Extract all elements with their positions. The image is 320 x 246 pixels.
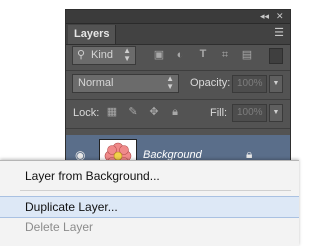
opacity-field[interactable]: 100% xyxy=(232,75,267,93)
collapse-panel-icon[interactable]: ◂◂ xyxy=(260,11,269,22)
hamburger-icon[interactable]: ☰ xyxy=(274,28,284,39)
divider xyxy=(66,128,290,129)
blend-mode-value: Normal xyxy=(78,77,114,89)
type-filter-icon[interactable]: T xyxy=(197,48,209,60)
panel-tab-bar: Layers ☰ xyxy=(66,24,290,45)
divider xyxy=(66,99,290,100)
fill-label: Fill: xyxy=(210,107,228,119)
lock-all-icon[interactable]: 🔒︎ xyxy=(169,106,181,118)
context-menu: Layer from Background... Duplicate Layer… xyxy=(0,160,299,246)
lock-position-icon[interactable]: ✥ xyxy=(148,106,160,118)
filter-toggle[interactable] xyxy=(269,48,283,64)
filter-kind-value: Kind xyxy=(91,49,114,61)
lock-label: Lock: xyxy=(73,107,100,119)
image-filter-icon[interactable]: ▣ xyxy=(153,49,165,61)
fill-field[interactable]: 100% xyxy=(232,104,267,122)
lock-transparency-icon[interactable]: ▦ xyxy=(106,106,118,118)
filter-kind-select[interactable]: ⚲ Kind ▲ ▼ xyxy=(72,46,136,65)
tab-layers[interactable]: Layers xyxy=(68,25,117,44)
chevron-updown-icon: ▲ ▼ xyxy=(123,46,131,63)
close-panel-icon[interactable]: ✕ xyxy=(276,11,284,22)
lock-pixels-icon[interactable]: ✎ xyxy=(127,106,139,118)
panel-title-strip: ◂◂ ✕ xyxy=(66,10,290,24)
menu-item-delete-layer[interactable]: Delete Layer xyxy=(0,217,299,237)
smart-object-filter-icon[interactable]: ▤ xyxy=(241,49,253,61)
opacity-label: Opacity: xyxy=(190,77,231,89)
adjustment-filter-icon[interactable]: ◐ xyxy=(174,49,186,61)
menu-separator xyxy=(20,190,291,191)
search-icon: ⚲ xyxy=(77,49,86,61)
blend-mode-select[interactable]: Normal ▲ ▼ xyxy=(72,74,179,93)
menu-item-layer-from-background[interactable]: Layer from Background... xyxy=(0,166,299,186)
fill-dropdown-button[interactable]: ▼ xyxy=(269,104,283,122)
opacity-dropdown-button[interactable]: ▼ xyxy=(269,75,283,93)
menu-item-duplicate-layer[interactable]: Duplicate Layer... xyxy=(0,196,299,218)
shape-filter-icon[interactable]: ⌗ xyxy=(219,49,231,61)
divider xyxy=(66,70,290,71)
chevron-updown-icon: ▲ ▼ xyxy=(166,74,174,91)
